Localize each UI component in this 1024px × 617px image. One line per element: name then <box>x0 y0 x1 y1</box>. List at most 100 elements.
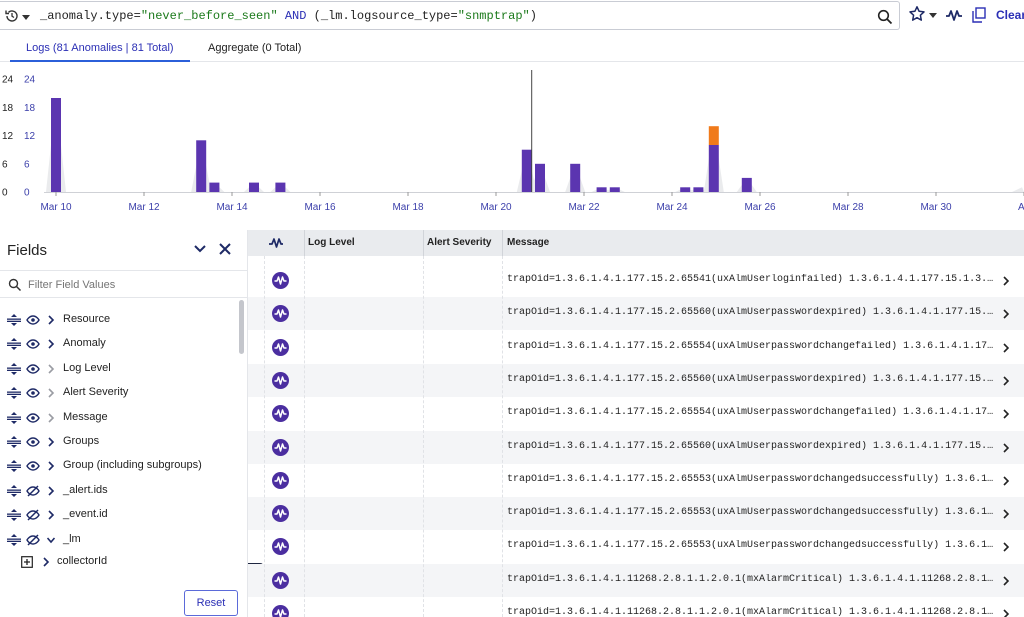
field-item[interactable]: Resource <box>0 308 240 332</box>
column-header-message[interactable]: Message <box>507 237 549 248</box>
field-item[interactable]: _lm <box>0 528 240 552</box>
expand-row-chevron-icon[interactable] <box>1003 509 1009 519</box>
table-row[interactable]: trapOid=1.3.6.1.4.1.177.15.2.65553(uxAlm… <box>248 497 1024 531</box>
chevron-right-icon[interactable] <box>47 315 55 325</box>
drag-handle-icon[interactable] <box>7 509 21 522</box>
table-row[interactable]: trapOid=1.3.6.1.4.1.11268.2.8.1.1.2.0.1(… <box>248 563 1024 597</box>
drag-handle-icon[interactable] <box>7 387 21 400</box>
anomaly-pulse-icon[interactable] <box>945 7 963 23</box>
drag-handle-icon[interactable] <box>7 362 21 375</box>
star-icon[interactable] <box>908 5 926 23</box>
eye-icon[interactable] <box>26 338 40 350</box>
table-row[interactable]: trapOid=1.3.6.1.4.1.177.15.2.65554(uxAlm… <box>248 331 1024 364</box>
favorites-dropdown-caret-icon[interactable] <box>929 13 937 18</box>
chevron-right-icon[interactable] <box>47 461 55 471</box>
search-icon[interactable] <box>877 9 893 25</box>
chevron-right-icon[interactable] <box>47 339 55 349</box>
copy-icon[interactable] <box>972 7 986 23</box>
chevron-right-icon[interactable] <box>47 437 55 447</box>
eye-icon[interactable] <box>26 460 40 472</box>
field-item[interactable]: _event.id <box>0 503 240 527</box>
eye-icon[interactable] <box>26 363 40 375</box>
chevron-right-icon[interactable] <box>47 364 55 374</box>
log-viewer: _anomaly.type="never_before_seen" AND (_… <box>0 0 1024 617</box>
drag-handle-icon[interactable] <box>7 484 21 497</box>
drag-handle-icon[interactable] <box>7 338 21 351</box>
log-histogram-chart[interactable]: 24 24 18 18 12 12 6 6 0 0 Mar 10 Mar 12 Mar 14 Mar 16… <box>0 66 1024 226</box>
drag-handle-icon[interactable] <box>7 411 21 424</box>
expand-row-chevron-icon[interactable] <box>1003 442 1009 453</box>
table-row[interactable]: trapOid=1.3.6.1.4.1.177.15.2.65560(uxAlm… <box>248 297 1024 331</box>
table-row[interactable]: trapOid=1.3.6.1.4.1.177.15.2.65554(uxAlm… <box>248 397 1024 430</box>
tab-aggregate[interactable]: Aggregate (0 Total) <box>208 42 301 54</box>
scrollbar-thumb[interactable] <box>239 300 244 354</box>
eye-off-icon[interactable] <box>26 485 40 497</box>
table-row[interactable]: trapOid=1.3.6.1.4.1.11268.2.8.1.1.2.0.1(… <box>248 597 1024 617</box>
chevron-right-icon[interactable] <box>47 486 55 496</box>
clear-button[interactable]: Clear <box>996 8 1024 22</box>
expand-row-chevron-icon[interactable] <box>1003 476 1009 486</box>
column-header-alert-severity[interactable]: Alert Severity <box>427 237 491 248</box>
eye-off-icon[interactable] <box>26 534 40 546</box>
tab-logs[interactable]: Logs (81 Anomalies | 81 Total) <box>26 42 174 54</box>
anomaly-column-icon[interactable] <box>268 236 284 250</box>
reset-button[interactable]: Reset <box>184 590 238 616</box>
history-icon[interactable] <box>4 8 20 24</box>
field-item[interactable]: _alert.ids <box>0 479 240 503</box>
chevron-right-icon[interactable] <box>42 557 50 567</box>
expand-row-chevron-icon[interactable] <box>1003 276 1009 286</box>
chevron-right-icon[interactable] <box>47 388 55 398</box>
expand-row-chevron-icon[interactable] <box>1003 309 1009 319</box>
expand-row-chevron-icon[interactable] <box>1003 409 1009 419</box>
field-item[interactable]: Message <box>0 406 240 430</box>
eye-icon[interactable] <box>26 412 40 424</box>
column-divider <box>423 256 424 617</box>
drag-handle-icon[interactable] <box>7 533 21 546</box>
close-icon[interactable] <box>218 242 232 256</box>
plus-box-icon[interactable] <box>21 556 33 568</box>
eye-off-icon[interactable] <box>26 509 40 521</box>
chevron-right-icon[interactable] <box>47 510 55 520</box>
field-item[interactable]: Anomaly <box>0 332 240 356</box>
eye-icon[interactable] <box>26 387 40 399</box>
expand-row-chevron-icon[interactable] <box>1003 609 1009 617</box>
field-label: Anomaly <box>63 337 106 350</box>
query-text[interactable]: _anomaly.type="never_before_seen" AND (_… <box>40 9 537 23</box>
log-table: Log Level Alert Severity Message trapOid… <box>248 230 1024 617</box>
field-item[interactable]: Log Level <box>0 357 240 381</box>
expand-row-chevron-icon[interactable] <box>1003 343 1009 353</box>
column-header-log-level[interactable]: Log Level <box>308 237 355 248</box>
log-message: trapOid=1.3.6.1.4.1.177.15.2.65554(uxAlm… <box>507 407 996 419</box>
filter-field-values-input[interactable] <box>28 277 228 293</box>
table-row[interactable]: trapOid=1.3.6.1.4.1.177.15.2.65560(uxAlm… <box>248 430 1024 464</box>
chevron-down-icon[interactable] <box>47 535 55 545</box>
log-message: trapOid=1.3.6.1.4.1.177.15.2.65553(uxAlm… <box>507 540 996 552</box>
column-divider <box>304 256 305 617</box>
drag-handle-icon[interactable] <box>7 460 21 473</box>
subfield-item[interactable]: collectorId <box>0 551 240 573</box>
query-input[interactable]: _anomaly.type="never_before_seen" AND (_… <box>0 1 900 30</box>
table-row[interactable]: trapOid=1.3.6.1.4.1.177.15.2.65553(uxAlm… <box>248 530 1024 563</box>
log-message: trapOid=1.3.6.1.4.1.177.15.2.65560(uxAlm… <box>507 307 996 319</box>
expand-row-chevron-icon[interactable] <box>1003 576 1009 586</box>
field-label: Alert Severity <box>63 386 129 399</box>
collapse-all-chevron-icon[interactable] <box>193 243 207 255</box>
table-row[interactable]: trapOid=1.3.6.1.4.1.177.15.2.65541(uxAlm… <box>248 264 1024 297</box>
x-axis-tick-label: Mar 18 <box>392 202 424 213</box>
eye-icon[interactable] <box>26 436 40 448</box>
drag-handle-icon[interactable] <box>7 436 21 448</box>
field-label: _alert.ids <box>63 483 108 496</box>
field-item[interactable]: Alert Severity <box>0 381 240 405</box>
drag-handle-icon[interactable] <box>7 314 21 326</box>
field-item[interactable]: Group (including subgroups) <box>0 454 240 478</box>
anomaly-badge-icon <box>272 371 289 389</box>
table-row[interactable]: trapOid=1.3.6.1.4.1.177.15.2.65553(uxAlm… <box>248 464 1024 497</box>
active-tab-indicator <box>10 60 190 62</box>
chevron-right-icon[interactable] <box>47 413 55 423</box>
expand-row-chevron-icon[interactable] <box>1003 542 1009 552</box>
table-row[interactable]: trapOid=1.3.6.1.4.1.177.15.2.65560(uxAlm… <box>248 363 1024 397</box>
history-dropdown-caret-icon[interactable] <box>22 15 30 20</box>
field-item[interactable]: Groups <box>0 430 240 454</box>
eye-icon[interactable] <box>26 314 40 326</box>
expand-row-chevron-icon[interactable] <box>1003 376 1009 386</box>
